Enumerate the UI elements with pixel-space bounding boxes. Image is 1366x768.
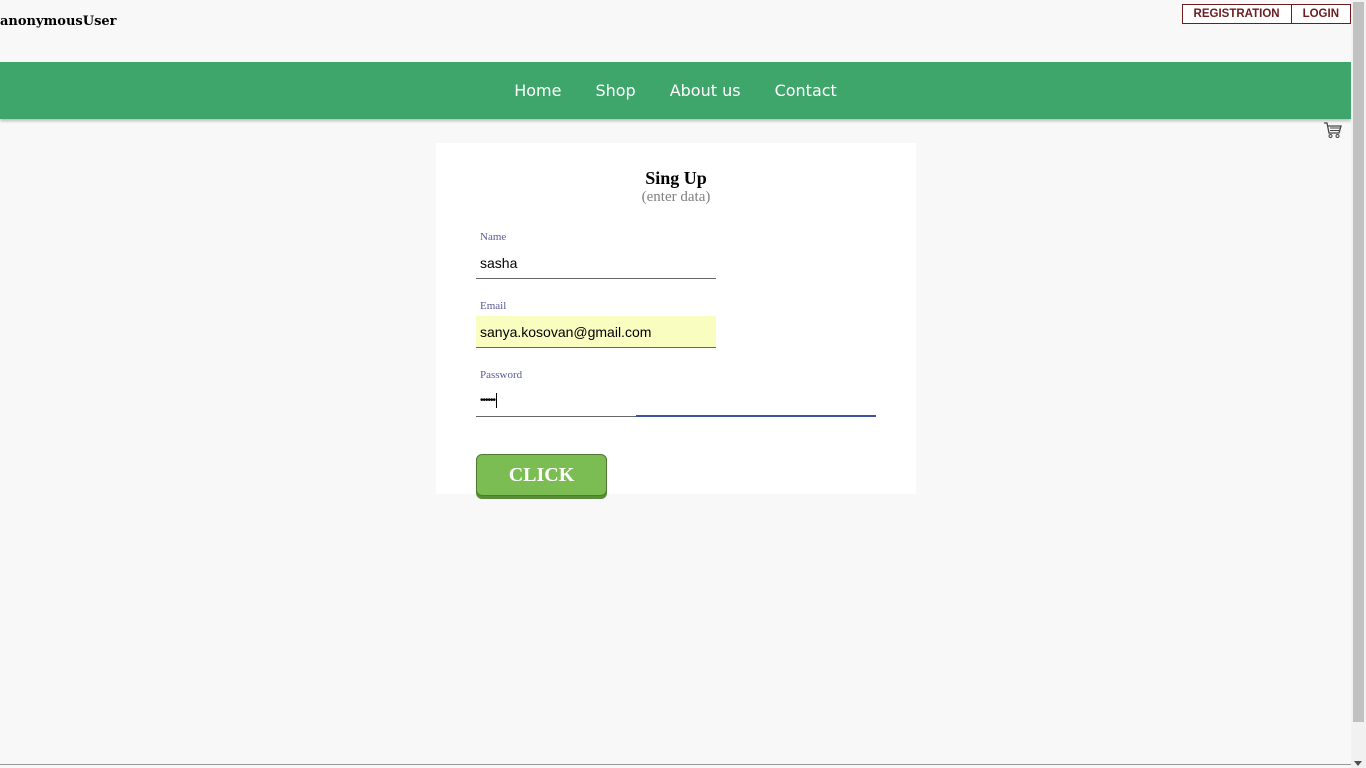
name-field[interactable]: sasha bbox=[476, 247, 716, 279]
password-value: •••••• bbox=[480, 395, 496, 406]
top-bar: anonymousUser REGISTRATION LOGIN bbox=[0, 0, 1351, 62]
registration-button[interactable]: REGISTRATION bbox=[1181, 4, 1292, 24]
email-label: Email bbox=[480, 300, 507, 312]
password-focus-underline bbox=[636, 415, 876, 417]
email-field[interactable]: sanya.kosovan@gmail.com bbox=[476, 316, 716, 348]
nav-item-shop[interactable]: Shop bbox=[595, 81, 635, 100]
username-label: anonymousUser bbox=[0, 14, 117, 29]
submit-button[interactable]: CLICK bbox=[476, 454, 607, 496]
name-value: sasha bbox=[480, 254, 518, 271]
text-caret bbox=[496, 393, 498, 408]
form-subtitle: (enter data) bbox=[641, 189, 711, 205]
main-nav: Home Shop About us Contact bbox=[0, 62, 1351, 119]
nav-item-home[interactable]: Home bbox=[514, 81, 561, 100]
password-field[interactable]: •••••• bbox=[476, 385, 636, 417]
vertical-scrollbar[interactable] bbox=[1351, 0, 1366, 768]
nav-item-contact[interactable]: Contact bbox=[775, 81, 837, 100]
auth-buttons: REGISTRATION LOGIN bbox=[1181, 4, 1351, 24]
login-button[interactable]: LOGIN bbox=[1291, 4, 1351, 24]
form-title: Sing Up bbox=[645, 168, 707, 188]
scrollbar-thumb[interactable] bbox=[1353, 2, 1364, 722]
signup-form: Sing Up (enter data) Name sasha Email sa… bbox=[436, 143, 916, 496]
page-divider bbox=[0, 764, 1351, 765]
scroll-down-arrow-icon[interactable] bbox=[1354, 761, 1362, 766]
email-value: sanya.kosovan@gmail.com bbox=[480, 323, 652, 340]
name-label: Name bbox=[480, 231, 507, 243]
cart-icon[interactable] bbox=[1323, 121, 1343, 139]
nav-item-about-us[interactable]: About us bbox=[670, 81, 741, 100]
password-label: Password bbox=[480, 369, 523, 381]
